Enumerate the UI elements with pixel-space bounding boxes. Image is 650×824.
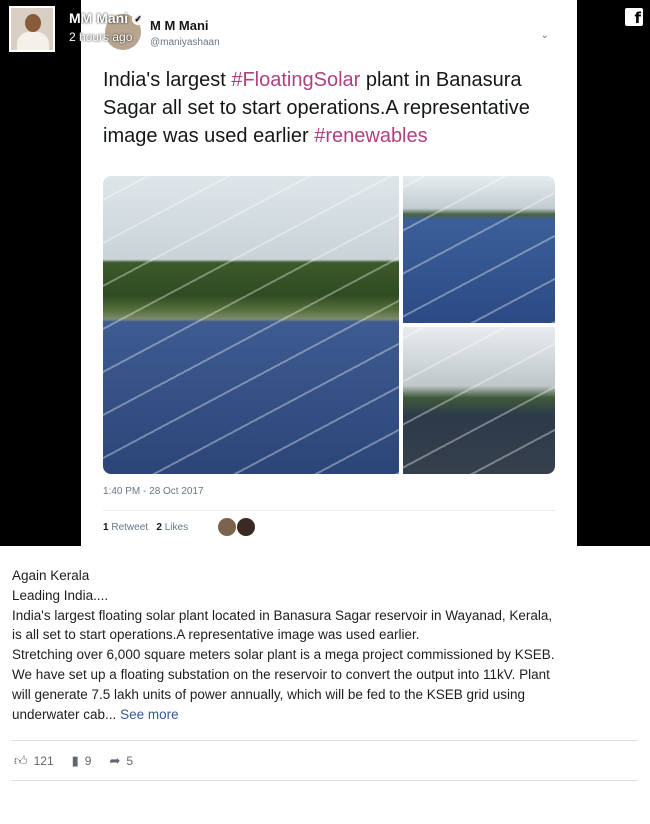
share-count: 5 (126, 754, 134, 768)
like-icon: 👍︎ (14, 753, 28, 768)
tweet-photo-bottom-right (403, 327, 555, 474)
caption-line: is all set to start operations.A represe… (12, 627, 420, 643)
see-more-link[interactable]: See more (120, 707, 179, 722)
author-name-text[interactable]: MM Mani (69, 10, 128, 26)
caption-line: will generate 7.5 lakh units of power an… (12, 686, 526, 702)
like-count: 2 (156, 522, 162, 533)
tweet-divider (103, 510, 555, 511)
retweet-label: Retweet (111, 522, 149, 533)
like-label: Likes (164, 522, 189, 533)
author-name[interactable]: MM Mani ✓ (69, 10, 145, 26)
footer-divider (12, 740, 638, 741)
tweet-author-name: M M Mani (150, 18, 209, 33)
tweet-author-handle: @maniyashaan (150, 37, 220, 48)
hashtag-renewables: #renewables (314, 125, 428, 147)
caption-line: We have set up a floating substation on … (12, 666, 550, 682)
liker-avatar (237, 518, 255, 536)
tweet-card: M M Mani @maniyashaan ⌄ India's largest … (81, 0, 577, 546)
caption-line: India's largest floating solar plant loc… (12, 607, 553, 623)
tweet-photo-top-right (403, 176, 555, 323)
tweet-text-part: India's largest (103, 69, 232, 91)
share-button[interactable]: ➦ 5 (109, 753, 133, 769)
verified-badge-icon: ✓ (132, 13, 145, 25)
caption-line: Stretching over 6,000 square meters sola… (12, 647, 555, 663)
liker-avatar (218, 518, 236, 536)
post-caption: Again Kerala Leading India.... India's l… (12, 566, 638, 724)
tweet-timestamp: 1:40 PM - 28 Oct 2017 (103, 486, 204, 497)
author-avatar[interactable] (9, 6, 55, 52)
tweet-photo-main (103, 176, 399, 474)
hashtag-floatingsolar: #FloatingSolar (231, 69, 361, 91)
like-button[interactable]: 👍︎ 121 (14, 753, 54, 769)
tweet-text: India's largest #FloatingSolar plant in … (103, 66, 553, 150)
tweet-photo-grid (103, 176, 555, 474)
caption-last-line: underwater cab... (12, 706, 117, 722)
retweet-count: 1 (103, 522, 109, 533)
post-time[interactable]: 2 hours ago (69, 30, 132, 44)
share-icon: ➦ (109, 753, 121, 768)
facebook-icon: f (625, 8, 643, 27)
like-count: 121 (33, 754, 54, 768)
caption-line: underwater cab... See more (12, 705, 638, 725)
reaction-bar: 👍︎ 121 ▮ 9 ➦ 5 (14, 752, 151, 770)
caption-line: Leading India.... (12, 587, 109, 603)
chevron-down-icon: ⌄ (540, 30, 549, 41)
bottom-divider (12, 780, 638, 781)
caption-line: Again Kerala (12, 568, 90, 583)
comment-button[interactable]: ▮ 9 (72, 753, 92, 769)
comment-icon: ▮ (71, 753, 79, 768)
comment-count: 9 (84, 754, 92, 768)
tweet-stats: 1 Retweet 2 Likes (103, 522, 188, 533)
